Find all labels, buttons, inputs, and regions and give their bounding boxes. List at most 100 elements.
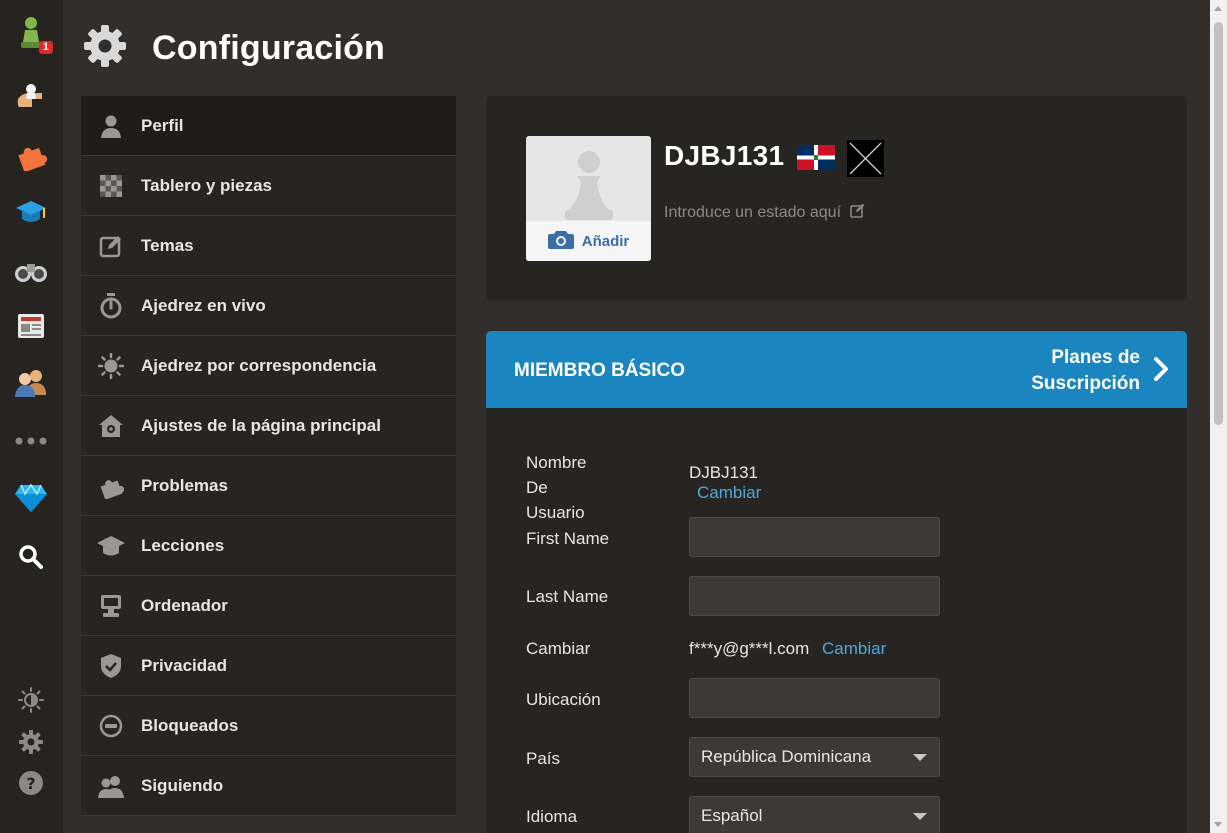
language-select[interactable]: Español	[689, 796, 940, 833]
people-icon	[81, 774, 141, 798]
first-name-label: First Name	[526, 529, 610, 548]
theme-toggle-icon[interactable]	[18, 687, 44, 713]
page-title: Configuración	[152, 28, 386, 67]
language-label: Idioma	[526, 807, 578, 826]
page-scrollbar[interactable]	[1210, 0, 1227, 833]
settings-gear-icon	[82, 23, 128, 74]
country-selected-value: República Dominicana	[701, 747, 872, 766]
dominican-flag-icon[interactable]	[797, 145, 835, 170]
community-icon[interactable]	[13, 364, 49, 400]
avatar-add-bar[interactable]: Añadir	[526, 221, 651, 261]
stopwatch-icon	[81, 292, 141, 319]
pawn-placeholder-icon	[565, 151, 613, 220]
email-value-group: f***y@g***l.com Cambiar	[689, 639, 886, 659]
menu-item-ajedrez-en-vivo[interactable]: Ajedrez en vivo	[81, 276, 456, 336]
last-name-label: Last Name	[526, 587, 609, 606]
username-label: Nombre De Usuario	[526, 450, 586, 525]
scrollbar-thumb[interactable]	[1214, 22, 1223, 425]
change-username-link[interactable]: Cambiar	[697, 483, 761, 502]
puzzle-icon	[81, 473, 141, 499]
membership-label: MIEMBRO BÁSICO	[514, 360, 685, 381]
menu-item-label: Ajedrez en vivo	[141, 295, 266, 315]
plans-line2: Suscripción	[1031, 373, 1140, 394]
settings-gear-icon[interactable]	[18, 729, 44, 755]
diamond-icon[interactable]	[13, 480, 49, 516]
subscription-plans-link[interactable]: Planes de Suscripción	[1031, 345, 1140, 397]
membership-banner: MIEMBRO BÁSICO Planes de Suscripción	[486, 331, 1187, 408]
caret-down-icon	[913, 754, 927, 761]
plans-line1: Planes de	[1051, 347, 1140, 368]
settings-menu: Perfil Tablero y piezas Temas Ajedrez en…	[81, 96, 456, 816]
graduation-cap-icon	[81, 534, 141, 558]
learn-cap-icon[interactable]	[13, 194, 49, 230]
menu-item-problemas[interactable]: Problemas	[81, 456, 456, 516]
menu-item-label: Problemas	[141, 475, 228, 495]
menu-item-ajedrez-correspondencia[interactable]: Ajedrez por correspondencia	[81, 336, 456, 396]
svg-text:?: ?	[26, 774, 35, 793]
menu-item-lecciones[interactable]: Lecciones	[81, 516, 456, 576]
menu-item-label: Tablero y piezas	[141, 175, 273, 195]
status-edit[interactable]: Introduce un estado aquí	[664, 203, 865, 223]
menu-item-tablero[interactable]: Tablero y piezas	[81, 156, 456, 216]
menu-item-bloqueados[interactable]: Bloqueados	[81, 696, 456, 756]
menu-item-label: Ajustes de la página principal	[141, 415, 381, 435]
edit-icon	[850, 203, 865, 223]
menu-item-temas[interactable]: Temas	[81, 216, 456, 276]
hand-pawn-icon[interactable]	[13, 78, 49, 114]
sun-icon	[81, 352, 141, 379]
language-selected-value: Español	[701, 806, 763, 825]
menu-item-label: Lecciones	[141, 535, 225, 555]
location-field[interactable]	[689, 678, 940, 718]
last-name-field[interactable]	[689, 576, 940, 616]
computer-icon	[81, 593, 141, 619]
scroll-down-icon[interactable]	[1214, 822, 1222, 827]
chevron-right-icon[interactable]	[1153, 356, 1169, 387]
profile-card: Añadir DJBJ131 Introduce un estado aquí	[486, 96, 1187, 301]
profile-username: DJBJ131	[664, 140, 785, 171]
checkerboard-icon	[81, 174, 141, 197]
country-label: País	[526, 749, 561, 768]
home-gear-icon	[81, 414, 141, 438]
more-icon[interactable]	[13, 423, 49, 459]
person-icon	[81, 114, 141, 138]
country-select[interactable]: República Dominicana	[689, 737, 940, 777]
shield-check-icon	[81, 653, 141, 679]
username-value: DJBJ131	[689, 463, 758, 482]
menu-item-privacidad[interactable]: Privacidad	[81, 636, 456, 696]
x-social-icon[interactable]	[847, 140, 884, 177]
menu-item-label: Ordenador	[141, 595, 228, 615]
page-header: Configuración	[82, 24, 385, 72]
binoculars-icon[interactable]	[13, 252, 49, 288]
edit-square-icon	[81, 234, 141, 258]
block-icon	[81, 714, 141, 738]
menu-item-label: Privacidad	[141, 655, 227, 675]
scroll-up-icon[interactable]	[1214, 6, 1222, 11]
avatar-upload[interactable]: Añadir	[526, 136, 651, 261]
menu-item-label: Perfil	[141, 115, 184, 135]
play-pawn-icon[interactable]: 1	[13, 14, 53, 54]
profile-form: Nombre De Usuario DJBJ131 Cambiar First …	[486, 408, 1187, 833]
menu-item-siguiendo[interactable]: Siguiendo	[81, 756, 456, 816]
status-placeholder: Introduce un estado aquí	[664, 204, 842, 221]
menu-item-perfil[interactable]: Perfil	[81, 96, 456, 156]
camera-icon	[547, 229, 574, 254]
puzzle-icon[interactable]	[13, 137, 49, 173]
search-icon[interactable]	[13, 539, 49, 575]
email-value: f***y@g***l.com	[689, 639, 810, 658]
username-value-group: DJBJ131 Cambiar	[689, 463, 761, 503]
username-label-line2: Usuario	[526, 503, 585, 522]
menu-item-label: Ajedrez por correspondencia	[141, 355, 377, 375]
help-icon[interactable]: ?	[18, 770, 44, 796]
location-label: Ubicación	[526, 690, 601, 709]
menu-item-label: Temas	[141, 235, 194, 255]
change-email-link[interactable]: Cambiar	[822, 639, 886, 658]
first-name-field[interactable]	[689, 517, 940, 557]
menu-item-label: Bloqueados	[141, 715, 239, 735]
menu-item-ordenador[interactable]: Ordenador	[81, 576, 456, 636]
left-nav-rail: 1 ?	[0, 0, 63, 833]
add-photo-label: Añadir	[581, 232, 630, 250]
caret-down-icon	[913, 813, 927, 820]
news-icon[interactable]	[13, 308, 49, 344]
email-label: Cambiar	[526, 639, 591, 658]
menu-item-pagina-principal[interactable]: Ajustes de la página principal	[81, 396, 456, 456]
